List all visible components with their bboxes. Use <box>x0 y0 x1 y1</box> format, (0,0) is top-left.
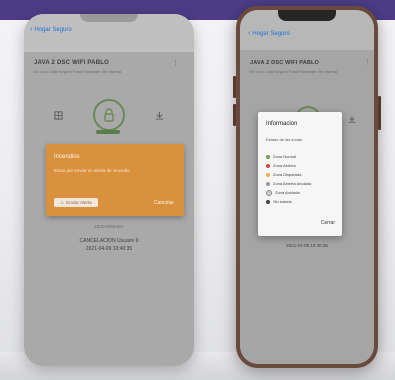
status-dot-icon <box>266 154 270 159</box>
send-alert-button[interactable]: ♨ Enviar Alerta <box>54 198 98 207</box>
chevron-left-icon: ‹ <box>30 26 33 33</box>
legend-item: Sin estado <box>266 197 311 206</box>
status-dot-icon <box>266 181 270 186</box>
info-dialog: Informacion Estado de las zonas Zona Nor… <box>258 112 342 236</box>
legend-item: Zona Abierta Anulada <box>266 179 311 188</box>
legend-item: Zona Anulada <box>266 188 311 197</box>
status-dot-icon <box>266 172 270 177</box>
lock-base-bar <box>96 130 120 134</box>
fire-icon: ♨ <box>60 199 65 205</box>
arm-stay-icon[interactable] <box>155 111 164 120</box>
more-icon[interactable]: ⋮ <box>364 58 371 66</box>
legend-label: Sin estado <box>273 199 292 204</box>
legend-item: Zona Normal <box>266 152 311 161</box>
dialog-subtitle: Estado de las zonas <box>266 137 303 142</box>
back-label: Hogar Seguro <box>34 26 72 33</box>
alert-title: Incendios <box>54 154 80 160</box>
legend-label: Zona Disparada <box>273 172 302 177</box>
legend-label: Zona Normal <box>273 154 297 159</box>
cancel-button[interactable]: Cancelar <box>154 200 174 206</box>
chevron-left-icon: ‹ <box>248 30 251 37</box>
dialog-title: Informacion <box>266 121 298 127</box>
device-title: JAVA 2 DSC WIFI PABLO <box>34 60 109 66</box>
more-icon[interactable]: ⋮ <box>172 59 179 67</box>
status-dot-icon <box>266 199 270 204</box>
power-button <box>378 96 381 130</box>
arm-stay-icon[interactable] <box>348 115 356 123</box>
legend-label: Zona Abierta Anulada <box>273 181 312 186</box>
zone-legend: Zona Normal Zona Abierta Zona Disparada … <box>266 152 311 206</box>
device-title: JAVA 2 DSC WIFI PABLO <box>250 60 320 66</box>
last-event-date: 2021-04-09 10:40:35 <box>286 243 328 248</box>
fire-alert-card: Incendios Estas por enviar un alerta de … <box>46 144 184 216</box>
legend-item: Zona Disparada <box>266 170 311 179</box>
last-event-date: 2021-04-09 10:40:35 <box>85 246 133 252</box>
device-subtitle: En Lina Calle Seguro Panel Restante Ver … <box>34 69 121 74</box>
grid-icon[interactable] <box>54 110 63 120</box>
legend-item: Zona Abierta <box>266 161 311 170</box>
back-label: Hogar Seguro <box>252 30 290 37</box>
left-phone: ‹ Hogar Seguro JAVA 2 DSC WIFI PABLO En … <box>24 14 194 366</box>
status-label: DESARMADO <box>94 224 124 229</box>
send-alert-label: Enviar Alerta <box>66 200 92 205</box>
back-button[interactable]: ‹ Hogar Seguro <box>248 30 290 37</box>
legend-label: Zona Anulada <box>275 190 300 195</box>
state-row <box>54 99 164 131</box>
back-button[interactable]: ‹ Hogar Seguro <box>30 26 72 33</box>
left-notch <box>80 14 138 22</box>
last-event: CANCELACION Usuario 9 <box>79 238 139 244</box>
device-subtitle: En Lina Calle Seguro Panel Restante Ver … <box>250 69 337 74</box>
legend-label: Zona Abierta <box>273 163 296 168</box>
alert-message: Estas por enviar un alerta de incendio <box>54 168 130 173</box>
right-notch <box>278 10 336 21</box>
left-phone-screen: ‹ Hogar Seguro JAVA 2 DSC WIFI PABLO En … <box>24 14 194 366</box>
status-dot-icon <box>266 189 272 196</box>
close-button[interactable]: Cerrar <box>321 220 335 226</box>
volume-button <box>233 76 236 98</box>
status-dot-icon <box>266 163 270 168</box>
lock-icon[interactable] <box>93 99 125 131</box>
volume-button <box>233 104 236 126</box>
